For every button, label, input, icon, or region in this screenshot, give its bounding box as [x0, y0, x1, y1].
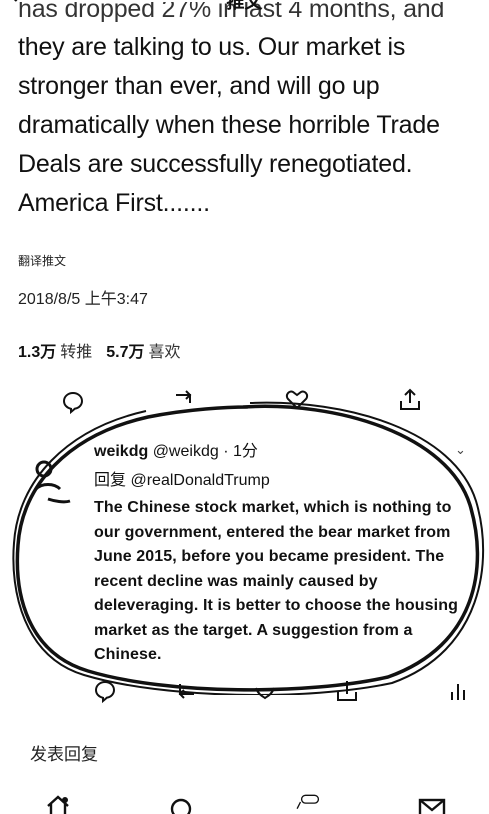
reply-to-handle[interactable]: @realDonaldTrump [130, 472, 269, 489]
like-icon[interactable] [252, 678, 278, 704]
tweet-line-cut: has dropped 27% in last 4 months, and [18, 2, 445, 23]
reply-to-line: 回复 @realDonaldTrump [94, 466, 474, 490]
reply-time: · 1分 [223, 443, 258, 460]
reply-text: The Chinese stock market, which is nothi… [94, 499, 458, 663]
retweets-count[interactable]: 1.3万 [18, 344, 56, 361]
tweet-line: Deals are successfully renegotiated. [18, 150, 413, 178]
tweet-line: America First....... [18, 189, 210, 217]
reply-header: weikdg @weikdg · 1分 [94, 437, 474, 461]
reply-icon[interactable] [92, 678, 118, 704]
tweet-line: they are talking to us. Our market is [18, 33, 406, 61]
retweet-icon[interactable] [176, 678, 202, 704]
tweet-line: dramatically when these horrible Trade [18, 111, 440, 139]
tweet-timestamp: 2018/8/5 上午3:47 [18, 291, 148, 308]
reply-to-label: 回复 [94, 472, 127, 489]
search-icon[interactable] [168, 796, 196, 814]
retweets-label[interactable]: 转推 [60, 344, 92, 361]
avatar[interactable] [28, 455, 76, 509]
likes-label[interactable]: 喜欢 [149, 344, 181, 361]
notifications-icon[interactable] [296, 788, 324, 814]
tweet-detail-screen: 推文 has dropped 27% in last 4 months, and… [0, 0, 489, 814]
translate-tweet-link[interactable]: 翻译推文 [18, 252, 66, 269]
reply-actions [0, 678, 489, 704]
reply-author[interactable]: weikdg [94, 443, 148, 460]
chevron-down-icon[interactable]: ⌄ [455, 442, 466, 458]
share-icon[interactable] [334, 678, 360, 704]
tweet-line: stronger than ever, and will go up [18, 72, 380, 100]
reply-handle: @weikdg [152, 443, 219, 460]
reply-card[interactable]: weikdg @weikdg · 1分 回复 @realDonaldTrump … [94, 437, 474, 668]
home-icon[interactable] [44, 792, 72, 814]
analytics-icon[interactable] [446, 678, 472, 704]
tweet-text: has dropped 27% in last 4 months, and th… [18, 2, 478, 223]
bottom-nav [0, 786, 489, 814]
compose-reply-field[interactable]: 发表回复 [30, 740, 98, 765]
messages-icon[interactable] [418, 796, 446, 814]
tweet-stats: 1.3万 转推 5.7万 喜欢 [18, 338, 195, 362]
likes-count[interactable]: 5.7万 [106, 344, 144, 361]
